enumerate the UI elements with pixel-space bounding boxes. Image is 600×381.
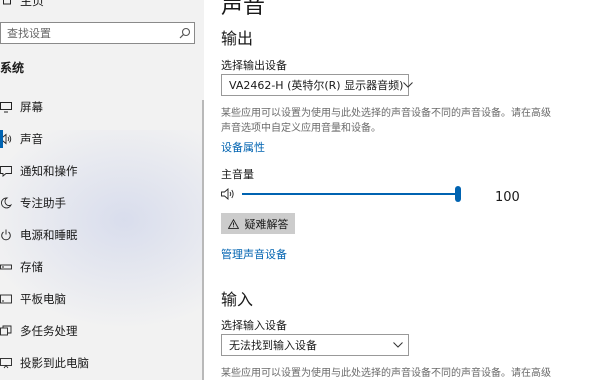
sidebar-item-sound[interactable]: 声音 xyxy=(0,123,204,155)
sidebar: 主页 查找设置 系统 屏幕 声音 通知和操作 专注助手 电源和睡眠 存储 平板电… xyxy=(0,0,204,380)
master-volume-slider[interactable] xyxy=(221,186,521,202)
sidebar-item-focus-assist[interactable]: 专注助手 xyxy=(0,187,204,219)
notification-icon xyxy=(0,163,14,179)
chevron-down-icon xyxy=(403,82,414,88)
warning-icon xyxy=(227,218,239,229)
device-properties-link[interactable]: 设备属性 xyxy=(221,139,265,155)
sidebar-nav: 屏幕 声音 通知和操作 专注助手 电源和睡眠 存储 平板电脑 多任务处理 投影到… xyxy=(0,91,204,379)
search-icon[interactable] xyxy=(176,23,194,43)
power-icon xyxy=(0,227,14,243)
volume-track xyxy=(242,193,458,195)
tablet-icon xyxy=(0,291,14,307)
sidebar-item-notifications[interactable]: 通知和操作 xyxy=(0,155,204,187)
output-device-value: VA2462-H (英特尔(R) 显示器音频) xyxy=(229,79,404,92)
output-description: 某些应用可以设置为使用与此处选择的声音设备不同的声音设备。请在高级声音选项中自定… xyxy=(221,108,551,134)
sidebar-item-power-sleep[interactable]: 电源和睡眠 xyxy=(0,219,204,251)
sidebar-item-label: 专注助手 xyxy=(20,196,66,210)
sidebar-item-tablet[interactable]: 平板电脑 xyxy=(0,283,204,315)
sound-settings-panel: 声音 输出 选择输出设备 VA2462-H (英特尔(R) 显示器音频) 某些应… xyxy=(205,0,600,380)
sidebar-item-label: 存储 xyxy=(20,260,43,274)
sidebar-item-label: 屏幕 xyxy=(20,100,43,114)
speaker-icon xyxy=(0,131,14,147)
volume-speaker-icon[interactable] xyxy=(221,186,237,202)
output-device-label: 选择输出设备 xyxy=(221,59,287,72)
troubleshoot-button[interactable]: 疑难解答 xyxy=(221,213,295,234)
sidebar-item-project-to-pc[interactable]: 投影到此电脑 xyxy=(0,347,204,379)
input-device-label: 选择输入设备 xyxy=(221,319,287,332)
input-device-dropdown[interactable]: 无法找到输入设备 xyxy=(221,334,409,356)
sidebar-item-storage[interactable]: 存储 xyxy=(0,251,204,283)
sidebar-home-link[interactable]: 主页 xyxy=(0,0,44,10)
sidebar-item-label: 声音 xyxy=(20,132,43,146)
output-device-dropdown[interactable]: VA2462-H (英特尔(R) 显示器音频) xyxy=(221,74,414,96)
sidebar-scrollbar[interactable] xyxy=(202,100,204,380)
input-description: 某些应用可以设置为使用与此处选择的声音设备不同的声音设备。请在高级 xyxy=(221,368,551,379)
volume-value: 100 xyxy=(495,190,520,205)
sidebar-item-label: 多任务处理 xyxy=(20,324,78,338)
sidebar-item-label: 通知和操作 xyxy=(20,164,78,178)
input-heading: 输入 xyxy=(221,290,254,309)
home-icon xyxy=(0,0,14,8)
monitor-icon xyxy=(0,99,14,115)
input-device-value: 无法找到输入设备 xyxy=(229,339,317,352)
master-volume-label: 主音量 xyxy=(221,168,254,181)
troubleshoot-label: 疑难解答 xyxy=(244,217,289,231)
section-title: 系统 xyxy=(0,61,25,75)
manage-sound-devices-link[interactable]: 管理声音设备 xyxy=(221,246,287,262)
sidebar-item-label: 投影到此电脑 xyxy=(20,356,89,370)
project-icon xyxy=(0,355,14,371)
moon-icon xyxy=(0,195,14,211)
sidebar-item-label: 电源和睡眠 xyxy=(20,228,78,242)
volume-thumb[interactable] xyxy=(455,186,461,202)
chevron-down-icon xyxy=(388,342,408,348)
storage-icon xyxy=(0,259,14,275)
sidebar-item-multitasking[interactable]: 多任务处理 xyxy=(0,315,204,347)
sidebar-item-display[interactable]: 屏幕 xyxy=(0,91,204,123)
page-title: 声音 xyxy=(221,0,266,19)
output-heading: 输出 xyxy=(221,29,254,48)
settings-search-input[interactable]: 查找设置 xyxy=(0,22,195,44)
sidebar-item-label: 平板电脑 xyxy=(20,292,66,306)
search-placeholder: 查找设置 xyxy=(7,27,51,40)
multitask-icon xyxy=(0,323,14,339)
home-label: 主页 xyxy=(20,0,45,8)
